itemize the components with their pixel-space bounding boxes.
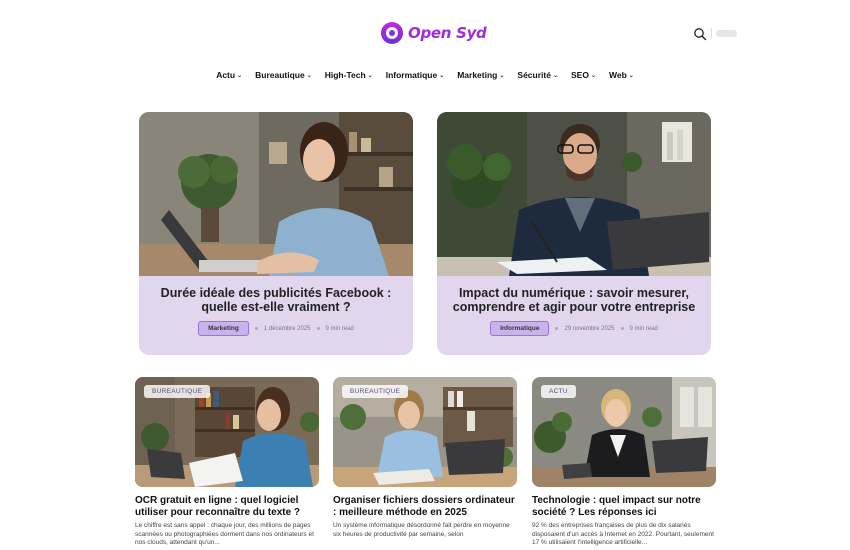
article-card-title[interactable]: Technologie : quel impact sur notre soci… [532,495,716,518]
article-card-excerpt: Un système informatique désordonné fait … [333,522,510,538]
meta-separator [555,327,559,330]
nav-item-label: Informatique [385,70,438,80]
logo-mark-icon [381,22,403,44]
article-card-image[interactable]: ACTU [532,377,716,487]
featured-article-image[interactable] [437,112,711,276]
article-card-title[interactable]: Organiser fichiers dossiers ordinateur :… [333,495,517,518]
main-nav: Actu ⌄ Bureautique ⌄ High-Tech ⌄ Informatiq… [0,70,850,80]
dark-mode-toggle[interactable] [716,30,737,37]
category-tag[interactable]: BUREAUTIQUE [144,385,211,398]
read-time: 9 min read [629,325,658,332]
featured-article-meta: Informatique 29 novembre 2025 9 min read [437,321,711,336]
chevron-down-icon: ⌄ [590,72,596,79]
chevron-down-icon: ⌄ [552,72,558,79]
article-date: 29 novembre 2025 [564,325,615,332]
nav-item-marketing[interactable]: Marketing ⌄ [451,70,511,80]
article-card[interactable]: BUREAUTIQUE Organiser fichiers dossiers … [333,377,517,548]
article-card[interactable]: ACTU Technologie : quel impact sur notre… [532,377,716,548]
category-tag[interactable]: BUREAUTIQUE [342,385,409,398]
featured-article[interactable]: Impact du numérique : savoir mesurer, co… [437,112,711,355]
read-time: 9 min read [325,325,354,332]
article-date: 1 décembre 2025 [263,325,311,332]
nav-item-securite[interactable]: Sécurité ⌄ [511,70,565,80]
featured-article-meta: Marketing 1 décembre 2025 9 min read [139,321,413,336]
article-card-image[interactable]: BUREAUTIQUE [333,377,517,487]
site-logo[interactable]: Open Syd [381,22,487,44]
meta-separator [620,327,624,330]
chevron-down-icon: ⌄ [367,72,373,79]
logo-text: Open Syd [408,24,487,42]
nav-item-label: Marketing [457,70,498,80]
nav-item-actu[interactable]: Actu ⌄ [210,70,249,80]
nav-item-label: Sécurité [517,70,551,80]
meta-separator [254,327,258,330]
search-icon[interactable] [693,27,707,41]
nav-item-label: SEO [570,70,589,80]
category-tag[interactable]: ACTU [541,385,576,398]
site-header: Open Syd [0,0,850,66]
featured-article-title[interactable]: Durée idéale des publicités Facebook : q… [139,286,413,314]
featured-article-body: Impact du numérique : savoir mesurer, co… [437,276,711,355]
nav-item-high-tech[interactable]: High-Tech ⌄ [318,70,379,80]
featured-article[interactable]: Durée idéale des publicités Facebook : q… [139,112,413,355]
category-badge[interactable]: Marketing [198,321,249,336]
nav-item-label: Web [608,70,627,80]
article-card-title[interactable]: OCR gratuit en ligne : quel logiciel uti… [135,495,319,518]
featured-article-title[interactable]: Impact du numérique : savoir mesurer, co… [437,286,711,314]
featured-article-image[interactable] [139,112,413,276]
category-badge[interactable]: Informatique [490,321,550,336]
article-card-excerpt: Le chiffre est sans appel : chaque jour,… [135,522,314,546]
chevron-down-icon: ⌄ [237,72,243,79]
article-card[interactable]: BUREAUTIQUE OCR gratuit en ligne : quel … [135,377,319,548]
meta-separator [316,327,320,330]
nav-item-informatique[interactable]: Informatique ⌄ [379,70,451,80]
chevron-down-icon: ⌄ [306,72,312,79]
header-divider [711,28,712,39]
chevron-down-icon: ⌄ [499,72,505,79]
nav-item-label: Actu [216,70,236,80]
chevron-down-icon: ⌄ [439,72,445,79]
nav-item-seo[interactable]: SEO ⌄ [564,70,602,80]
nav-item-label: Bureautique [255,70,305,80]
nav-item-label: High-Tech [324,70,366,80]
article-card-image[interactable]: BUREAUTIQUE [135,377,319,487]
article-card-excerpt: 92 % des entreprises françaises de plus … [532,522,714,546]
nav-item-bureautique[interactable]: Bureautique ⌄ [249,70,319,80]
nav-item-web[interactable]: Web ⌄ [602,70,640,80]
featured-article-body: Durée idéale des publicités Facebook : q… [139,276,413,355]
chevron-down-icon: ⌄ [628,72,634,79]
